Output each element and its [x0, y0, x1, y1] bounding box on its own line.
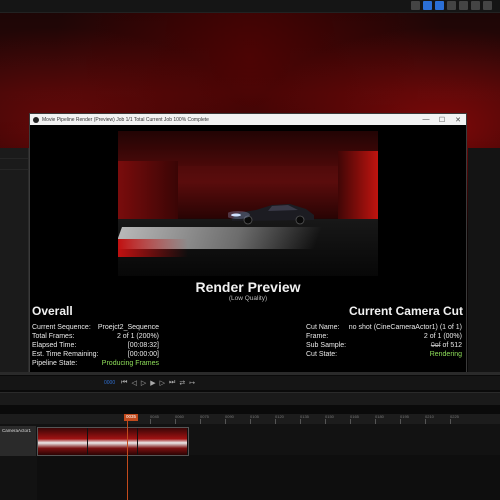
stat-row: Cut Name: no shot (CineCameraActor1) (1 o…: [306, 323, 462, 332]
stat-label: Pipeline State:: [32, 360, 78, 367]
play-reverse-icon[interactable]: ▷: [141, 379, 146, 387]
stat-row: Total Frames: 2 of 1 (200%): [32, 332, 159, 341]
ruler-tick: 0195: [400, 414, 409, 424]
stat-value: 2 of 1 (200%): [116, 333, 159, 340]
clip-thumbnail: [138, 428, 188, 455]
cut-state-value: Rendering: [429, 351, 462, 358]
ruler-tick: 0060: [175, 414, 184, 424]
playhead[interactable]: [127, 421, 128, 500]
camera-cut-title: Current Camera Cut: [348, 304, 463, 318]
pipeline-state-value: Producing Frames: [101, 360, 159, 367]
panel-splitter[interactable]: [0, 372, 500, 375]
ruler-tick: 0135: [300, 414, 309, 424]
camera-speed-icon[interactable]: [483, 1, 492, 10]
camera-cut-stats: Cut Name: no shot (CineCameraActor1) (1 o…: [306, 323, 462, 359]
render-preview-heading: Render Preview: [195, 279, 301, 295]
stat-row: Current Sequence: Proejct2_Sequence: [32, 323, 159, 332]
minimize-button[interactable]: —: [418, 116, 434, 123]
stat-label: Sub Sample:: [306, 342, 347, 349]
outliner-row[interactable]: [0, 159, 28, 170]
stat-label: Cut State:: [306, 351, 338, 358]
stat-row: Est. Time Remaining: [00:00:00]: [32, 350, 159, 359]
transport-buttons: ⏮ ◁ ▷ ▶ ▷ ⏭ ⇄ ↦: [121, 379, 195, 387]
stat-row: Elapsed Time: [00:08:32]: [32, 341, 159, 350]
loop-icon[interactable]: ⇄: [179, 379, 185, 387]
timeline-ruler[interactable]: 0045 0060 0075 0090 0105 0120 0135 0150 …: [0, 414, 500, 424]
range-icon[interactable]: ↦: [189, 379, 195, 387]
empty-track-area: [37, 455, 500, 500]
maximize-button[interactable]: ☐: [434, 116, 450, 124]
timecode-display[interactable]: 0000: [104, 380, 115, 386]
ruler-tick: 0045: [150, 414, 159, 424]
overall-stats: Current Sequence: Proejct2_Sequence Total…: [32, 323, 159, 368]
app-icon: [33, 116, 39, 123]
stat-value: 2 of 1 (00%): [423, 333, 462, 340]
settings-icon[interactable]: [411, 1, 420, 10]
stat-label: Cut Name:: [306, 324, 340, 331]
ruler-tick: 0120: [275, 414, 284, 424]
clip-thumbnail: [38, 428, 88, 455]
details-panel: [468, 148, 500, 372]
play-icon[interactable]: ▶: [150, 379, 155, 387]
outliner-row[interactable]: [0, 148, 28, 159]
editor-toolbar: [0, 0, 500, 13]
stat-row: Cut State: Rendering: [306, 350, 462, 359]
outliner-panel: [0, 148, 29, 372]
stat-value: 0of of 512: [430, 342, 462, 349]
stat-row: Sub Sample: 0of of 512: [306, 341, 462, 350]
ruler-tick: 0180: [375, 414, 384, 424]
stat-label: Total Frames:: [32, 333, 75, 340]
render-preview-image: [118, 131, 378, 276]
camera-clip[interactable]: [37, 427, 189, 456]
ruler-tick: 0075: [200, 414, 209, 424]
stat-value: Proejct2_Sequence: [97, 324, 159, 331]
move-mode-icon[interactable]: [435, 1, 444, 10]
clip-thumbnail: [88, 428, 138, 455]
ruler-tick: 0150: [325, 414, 334, 424]
stat-label: Current Sequence:: [32, 324, 91, 331]
ruler-tick: 0165: [350, 414, 359, 424]
grid-icon[interactable]: [471, 1, 480, 10]
window-title: Movie Pipeline Render (Preview) Job 1/1 …: [42, 116, 209, 123]
step-forward-icon[interactable]: ▷: [160, 379, 165, 387]
stat-value: no shot (CineCameraActor1) (1 of 1): [348, 324, 462, 331]
stat-label: Est. Time Remaining:: [32, 351, 99, 358]
playhead-label[interactable]: 0035: [124, 414, 139, 421]
select-mode-icon[interactable]: [423, 1, 432, 10]
step-back-icon[interactable]: ◁: [131, 379, 136, 387]
stat-row: Frame: 2 of 1 (00%): [306, 332, 462, 341]
window-titlebar[interactable]: Movie Pipeline Render (Preview) Job 1/1 …: [30, 114, 466, 125]
ruler-tick: 0210: [425, 414, 434, 424]
sequencer-header: [0, 392, 500, 405]
overall-title: Overall: [32, 304, 73, 318]
ruler-tick: 0225: [450, 414, 459, 424]
camera-track-name[interactable]: CameraActor1: [0, 426, 36, 456]
stat-label: Elapsed Time:: [32, 342, 77, 349]
jump-start-icon[interactable]: ⏮: [121, 379, 127, 387]
ruler-tick: 0090: [225, 414, 234, 424]
stat-value: [00:08:32]: [127, 342, 159, 349]
ruler-tick: 0105: [250, 414, 259, 424]
stat-label: Frame:: [306, 333, 329, 340]
rotate-mode-icon[interactable]: [447, 1, 456, 10]
scale-mode-icon[interactable]: [459, 1, 468, 10]
sequencer-transport: 0000 ⏮ ◁ ▷ ▶ ▷ ⏭ ⇄ ↦: [0, 376, 500, 390]
render-quality-label: (Low Quality): [228, 295, 268, 302]
jump-end-icon[interactable]: ⏭: [169, 379, 175, 387]
toolbar-icons: [411, 1, 492, 10]
close-button[interactable]: ✕: [450, 116, 466, 124]
car-image: [228, 204, 314, 225]
render-window: Movie Pipeline Render (Preview) Job 1/1 …: [29, 113, 467, 373]
stat-row: Pipeline State: Producing Frames: [32, 359, 159, 368]
stat-value: [00:00:00]: [127, 351, 159, 358]
